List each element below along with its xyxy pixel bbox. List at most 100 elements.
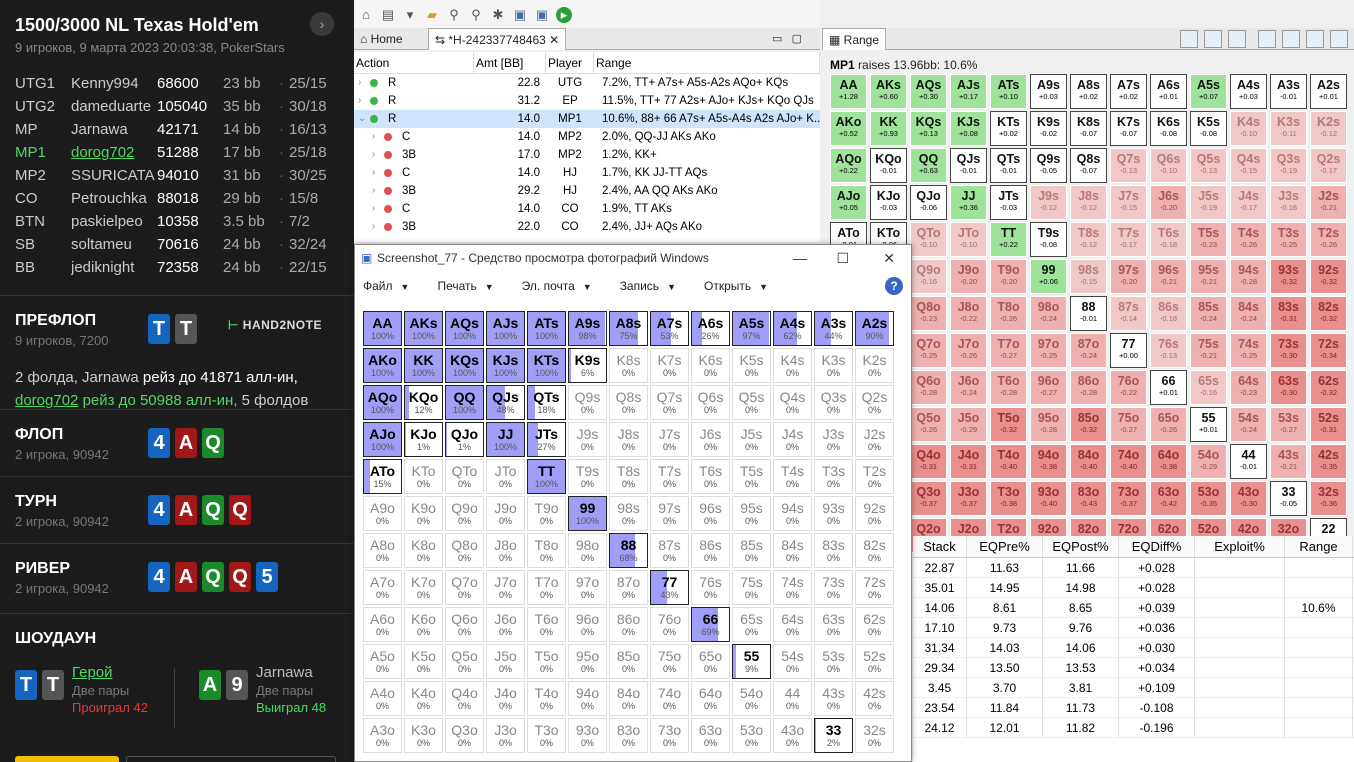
range-cell[interactable]: 72s 0% xyxy=(855,570,894,605)
range-cell[interactable]: Q2s -0.17 xyxy=(1310,148,1347,183)
range-cell[interactable]: J7s -0.15 xyxy=(1110,185,1147,220)
range-cell[interactable]: 66 +0.01 xyxy=(1150,370,1187,405)
range-cell[interactable]: 83o 0% xyxy=(609,718,648,753)
range-cell[interactable]: 86s 0% xyxy=(691,533,730,568)
range-cell[interactable]: K7o 0% xyxy=(404,570,443,605)
range-cell[interactable]: T3o 0% xyxy=(527,718,566,753)
range-cell[interactable]: AJo +0.05 xyxy=(830,185,867,220)
range-cell[interactable]: 53o 0% xyxy=(732,718,771,753)
range-cell[interactable]: 93s 0% xyxy=(814,496,853,531)
menu-item[interactable]: Эл. почта ▼ xyxy=(522,279,592,293)
range-cell[interactable]: KJs +0.08 xyxy=(950,111,987,146)
range-cell[interactable]: KQo 12% xyxy=(404,385,443,420)
range-cell[interactable]: Q4o 0% xyxy=(445,681,484,716)
range-cell[interactable]: J3s 0% xyxy=(814,422,853,457)
range-cell[interactable]: 87o -0.24 xyxy=(1070,333,1107,368)
range-cell[interactable]: Q6o -0.28 xyxy=(910,370,947,405)
player-row[interactable]: MP Jarnawa 42171 14 bb · 16/13 xyxy=(15,118,354,141)
range-cell[interactable]: J8o 0% xyxy=(486,533,525,568)
range-cell[interactable]: 65s -0.16 xyxy=(1190,370,1227,405)
range-cell[interactable]: QTo -0.10 xyxy=(910,222,947,257)
minimize-icon[interactable]: — xyxy=(793,245,807,271)
range-cell[interactable]: 73o -0.37 xyxy=(1110,481,1147,516)
range-cell[interactable]: 87s -0.14 xyxy=(1110,296,1147,331)
range-cell[interactable]: Q5s 0% xyxy=(732,385,771,420)
range-cell[interactable]: 32s 0% xyxy=(855,718,894,753)
player-row[interactable]: UTG1 Kenny994 68600 23 bb · 25/15 xyxy=(15,72,354,95)
range-cell[interactable]: QTs 18% xyxy=(527,385,566,420)
range-cell[interactable]: Q6s -0.10 xyxy=(1150,148,1187,183)
range-cell[interactable]: 43s -0.21 xyxy=(1270,444,1307,479)
range-cell[interactable]: 84s -0.24 xyxy=(1230,296,1267,331)
player-row[interactable]: MP1 dorog702 51288 17 bb · 25/18 xyxy=(15,141,354,164)
range-cell[interactable]: 82s -0.32 xyxy=(1310,296,1347,331)
range-cell[interactable]: Q3s -0.19 xyxy=(1270,148,1307,183)
range-cell[interactable]: T4o 0% xyxy=(527,681,566,716)
range-cell[interactable]: 65o 0% xyxy=(691,644,730,679)
range-cell[interactable]: 44 0% xyxy=(773,681,812,716)
range-cell[interactable]: A7s +0.02 xyxy=(1110,74,1147,109)
chevron-right-icon[interactable]: › xyxy=(372,218,375,236)
range-cell[interactable]: KQo -0.01 xyxy=(870,148,907,183)
range-cell[interactable]: AJo 100% xyxy=(363,422,402,457)
range-cell[interactable]: 76o 0% xyxy=(650,607,689,642)
range-cell[interactable]: 63o -0.42 xyxy=(1150,481,1187,516)
range-cell[interactable]: K8o 0% xyxy=(404,533,443,568)
range-cell[interactable]: 64o 0% xyxy=(691,681,730,716)
range-cell[interactable]: 77 +0.00 xyxy=(1110,333,1147,368)
range-cell[interactable]: J7o -0.26 xyxy=(950,333,987,368)
range-cell[interactable]: Q8o -0.23 xyxy=(910,296,947,331)
range-cell[interactable]: J4o 0% xyxy=(486,681,525,716)
range-cell[interactable]: T6o -0.28 xyxy=(990,370,1027,405)
range-cell[interactable]: 83s -0.31 xyxy=(1270,296,1307,331)
range-cell[interactable]: J5o -0.29 xyxy=(950,407,987,442)
range-cell[interactable]: 42s -0.35 xyxy=(1310,444,1347,479)
range-cell[interactable]: QTs -0.01 xyxy=(990,148,1027,183)
range-cell[interactable]: A6o 0% xyxy=(363,607,402,642)
range-cell[interactable]: KQs +0.13 xyxy=(910,111,947,146)
range-cell[interactable]: 73s 0% xyxy=(814,570,853,605)
range-cell[interactable]: Q4s -0.15 xyxy=(1230,148,1267,183)
menu-item[interactable]: Запись ▼ xyxy=(620,279,676,293)
range-cell[interactable]: 97o -0.25 xyxy=(1030,333,1067,368)
range-cell[interactable]: 93o 0% xyxy=(568,718,607,753)
range-cell[interactable]: T5s -0.23 xyxy=(1190,222,1227,257)
range-cell[interactable]: Q4s 0% xyxy=(773,385,812,420)
range-cell[interactable]: 44 -0.01 xyxy=(1230,444,1267,479)
tab-range[interactable]: ▦ Range xyxy=(822,28,887,50)
range-cell[interactable]: A4s 62% xyxy=(773,311,812,346)
range-cell[interactable]: T9o -0.20 xyxy=(990,259,1027,294)
range-cell[interactable]: 74o -0.40 xyxy=(1110,444,1147,479)
range-cell[interactable]: A4s +0.03 xyxy=(1230,74,1267,109)
range-cell[interactable]: 75o 0% xyxy=(650,644,689,679)
range-cell[interactable]: Q9o 0% xyxy=(445,496,484,531)
range-cell[interactable]: QQ 100% xyxy=(445,385,484,420)
player-row[interactable]: BB jediknight 72358 24 bb · 22/15 xyxy=(15,256,354,279)
range-cell[interactable]: 33 2% xyxy=(814,718,853,753)
open-folder-icon[interactable]: ▰ xyxy=(424,7,440,23)
chevron-right-icon[interactable]: › xyxy=(372,128,375,146)
range-cell[interactable]: 96s -0.21 xyxy=(1150,259,1187,294)
range-cell[interactable]: K9o 0% xyxy=(404,496,443,531)
range-cell[interactable]: K7s -0.07 xyxy=(1110,111,1147,146)
range-cell[interactable]: T2s -0.26 xyxy=(1310,222,1347,257)
range-cell[interactable]: K3o 0% xyxy=(404,718,443,753)
player-row[interactable]: SB soltameu 70616 24 bb · 32/24 xyxy=(15,233,354,256)
chevron-right-icon[interactable]: › xyxy=(310,12,334,36)
range-cell[interactable]: T9o 0% xyxy=(527,496,566,531)
range-cell[interactable]: J5s 0% xyxy=(732,422,771,457)
range-cell[interactable]: T8o 0% xyxy=(527,533,566,568)
range-cell[interactable]: JTo -0.10 xyxy=(950,222,987,257)
range-cell[interactable]: 86o 0% xyxy=(609,607,648,642)
range-cell[interactable]: 92s -0.32 xyxy=(1310,259,1347,294)
range-cell[interactable]: 96s 0% xyxy=(691,496,730,531)
range-cell[interactable]: K5s -0.08 xyxy=(1190,111,1227,146)
range-cell[interactable]: J9o 0% xyxy=(486,496,525,531)
player-row[interactable]: UTG2 dameduarte 105040 35 bb · 30/18 xyxy=(15,95,354,118)
range-cell[interactable]: 95s 0% xyxy=(732,496,771,531)
player-row[interactable]: BTN paskielpeo 10358 3.5 bb · 7/2 xyxy=(15,210,354,233)
range-cell[interactable]: 55 9% xyxy=(732,644,771,679)
range-cell[interactable]: T4s 0% xyxy=(773,459,812,494)
range-cell[interactable]: Q7o -0.25 xyxy=(910,333,947,368)
range-cell[interactable]: A5s 97% xyxy=(732,311,771,346)
